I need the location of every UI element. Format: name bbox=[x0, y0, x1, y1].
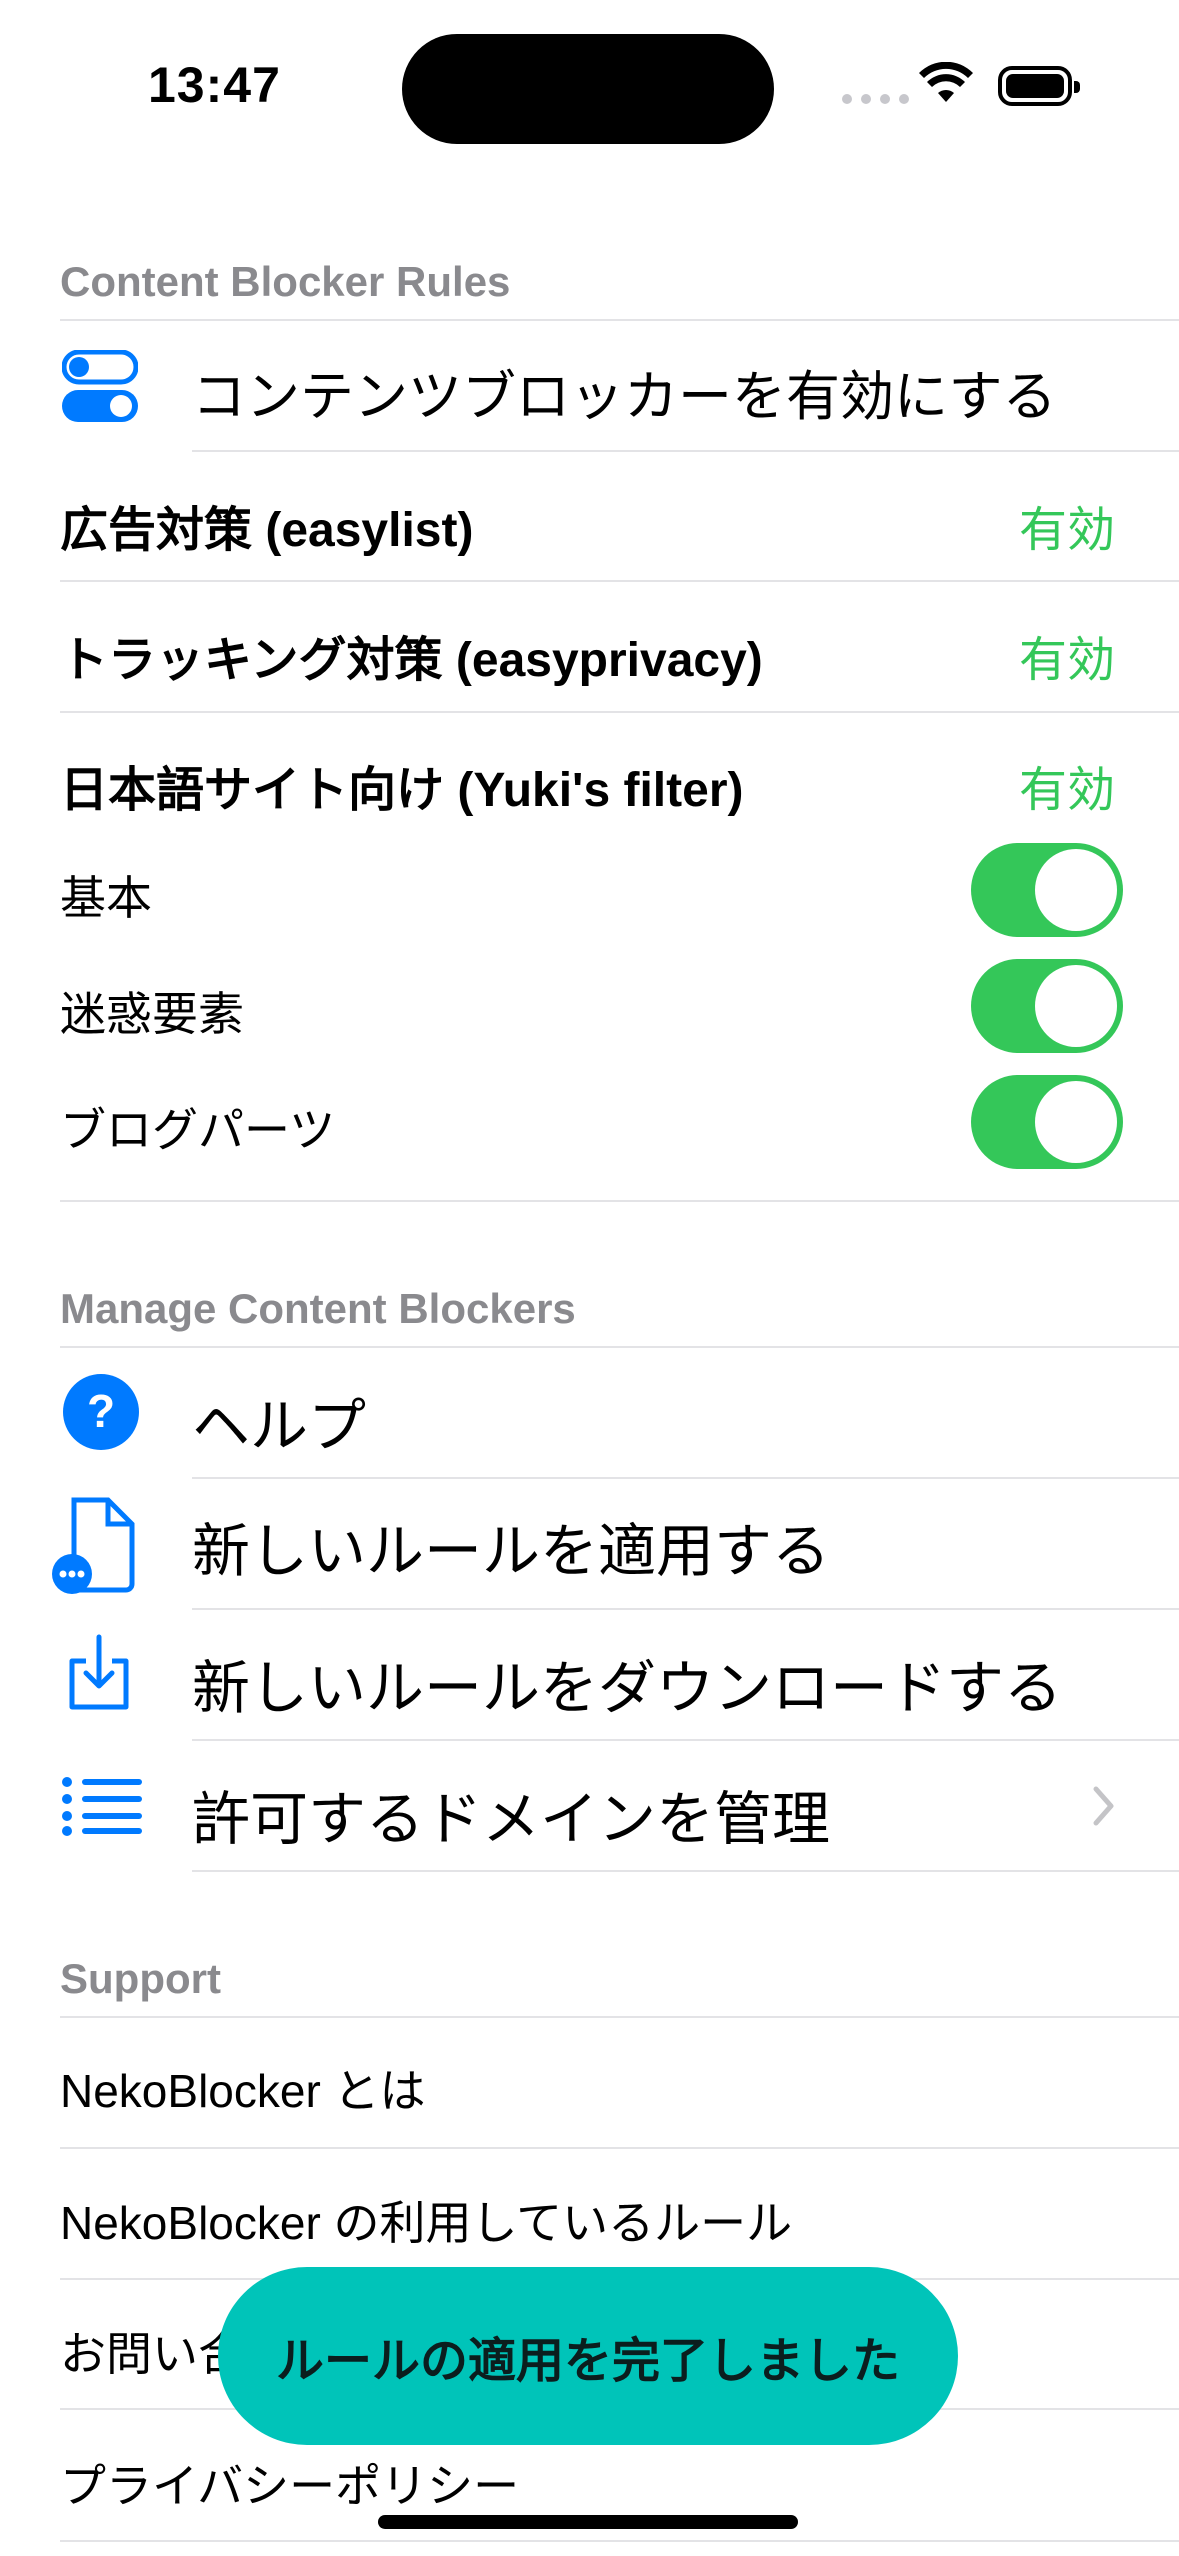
easyprivacy-status: 有効 bbox=[1018, 634, 1115, 687]
divider bbox=[60, 2147, 1179, 2149]
toggle-label-basic: 基本 bbox=[60, 872, 152, 924]
yuki-filter-status: 有効 bbox=[1018, 764, 1115, 817]
apply-rules-label: 新しいルールを適用する bbox=[192, 1519, 831, 1584]
download-rules-row[interactable]: 新しいルールをダウンロードする bbox=[0, 1609, 1179, 1739]
section-header-manage: Manage Content Blockers bbox=[60, 1285, 576, 1332]
dynamic-island bbox=[402, 34, 774, 144]
enable-content-blocker-row[interactable]: コンテンツブロッカーを有効にする bbox=[0, 320, 1179, 450]
divider bbox=[192, 1870, 1179, 1872]
easylist-status: 有効 bbox=[1018, 504, 1115, 557]
divider bbox=[192, 450, 1179, 452]
toggle-annoyance[interactable] bbox=[971, 959, 1123, 1053]
document-ellipsis-icon bbox=[52, 1497, 135, 1594]
download-tray-icon bbox=[69, 1634, 129, 1710]
divider bbox=[60, 711, 1179, 713]
toggle-blog-parts[interactable] bbox=[971, 1075, 1123, 1169]
apply-rules-row[interactable]: 新しいルールを適用する bbox=[0, 1478, 1179, 1608]
divider bbox=[60, 1200, 1179, 1202]
chevron-right-icon bbox=[1093, 1786, 1114, 1826]
toggle-label-blog-parts: ブログパーツ bbox=[60, 1104, 336, 1156]
divider bbox=[60, 580, 1179, 582]
home-indicator bbox=[378, 2515, 798, 2529]
battery-icon bbox=[998, 66, 1080, 106]
support-privacy-policy[interactable]: プライバシーポリシー bbox=[60, 2450, 519, 2516]
yuki-filter-label: 日本語サイト向け (Yuki's filter) bbox=[60, 764, 744, 817]
section-header-support: Support bbox=[60, 1955, 221, 2002]
toggle-switches-icon bbox=[62, 350, 138, 422]
manage-domains-row[interactable]: 許可するドメインを管理 bbox=[0, 1740, 1179, 1870]
toast-message: ルールの適用を完了しました bbox=[218, 2267, 958, 2445]
cellular-signal-icon bbox=[842, 94, 909, 104]
help-label: ヘルプ bbox=[192, 1394, 367, 1459]
support-about[interactable]: NekoBlocker とは bbox=[60, 2055, 426, 2121]
status-time: 13:47 bbox=[148, 57, 281, 113]
list-bullet-icon bbox=[62, 1777, 142, 1836]
section-header-rules: Content Blocker Rules bbox=[60, 258, 511, 305]
toggle-basic[interactable] bbox=[971, 843, 1123, 937]
easylist-label: 広告対策 (easylist) bbox=[60, 504, 474, 557]
help-row[interactable]: ? ヘルプ bbox=[0, 1347, 1179, 1477]
divider bbox=[60, 2540, 1179, 2542]
divider bbox=[60, 2016, 1179, 2018]
svg-text:?: ? bbox=[87, 1385, 115, 1437]
help-icon: ? bbox=[63, 1374, 139, 1450]
download-rules-label: 新しいルールをダウンロードする bbox=[192, 1656, 1063, 1721]
enable-content-blocker-label: コンテンツブロッカーを有効にする bbox=[192, 367, 1057, 427]
wifi-icon bbox=[919, 62, 973, 102]
toggle-label-annoyance: 迷惑要素 bbox=[60, 988, 244, 1040]
easyprivacy-label: トラッキング対策 (easyprivacy) bbox=[60, 634, 763, 687]
manage-domains-label: 許可するドメインを管理 bbox=[192, 1787, 831, 1852]
support-rules-used[interactable]: NekoBlocker の利用しているルール bbox=[60, 2187, 792, 2253]
